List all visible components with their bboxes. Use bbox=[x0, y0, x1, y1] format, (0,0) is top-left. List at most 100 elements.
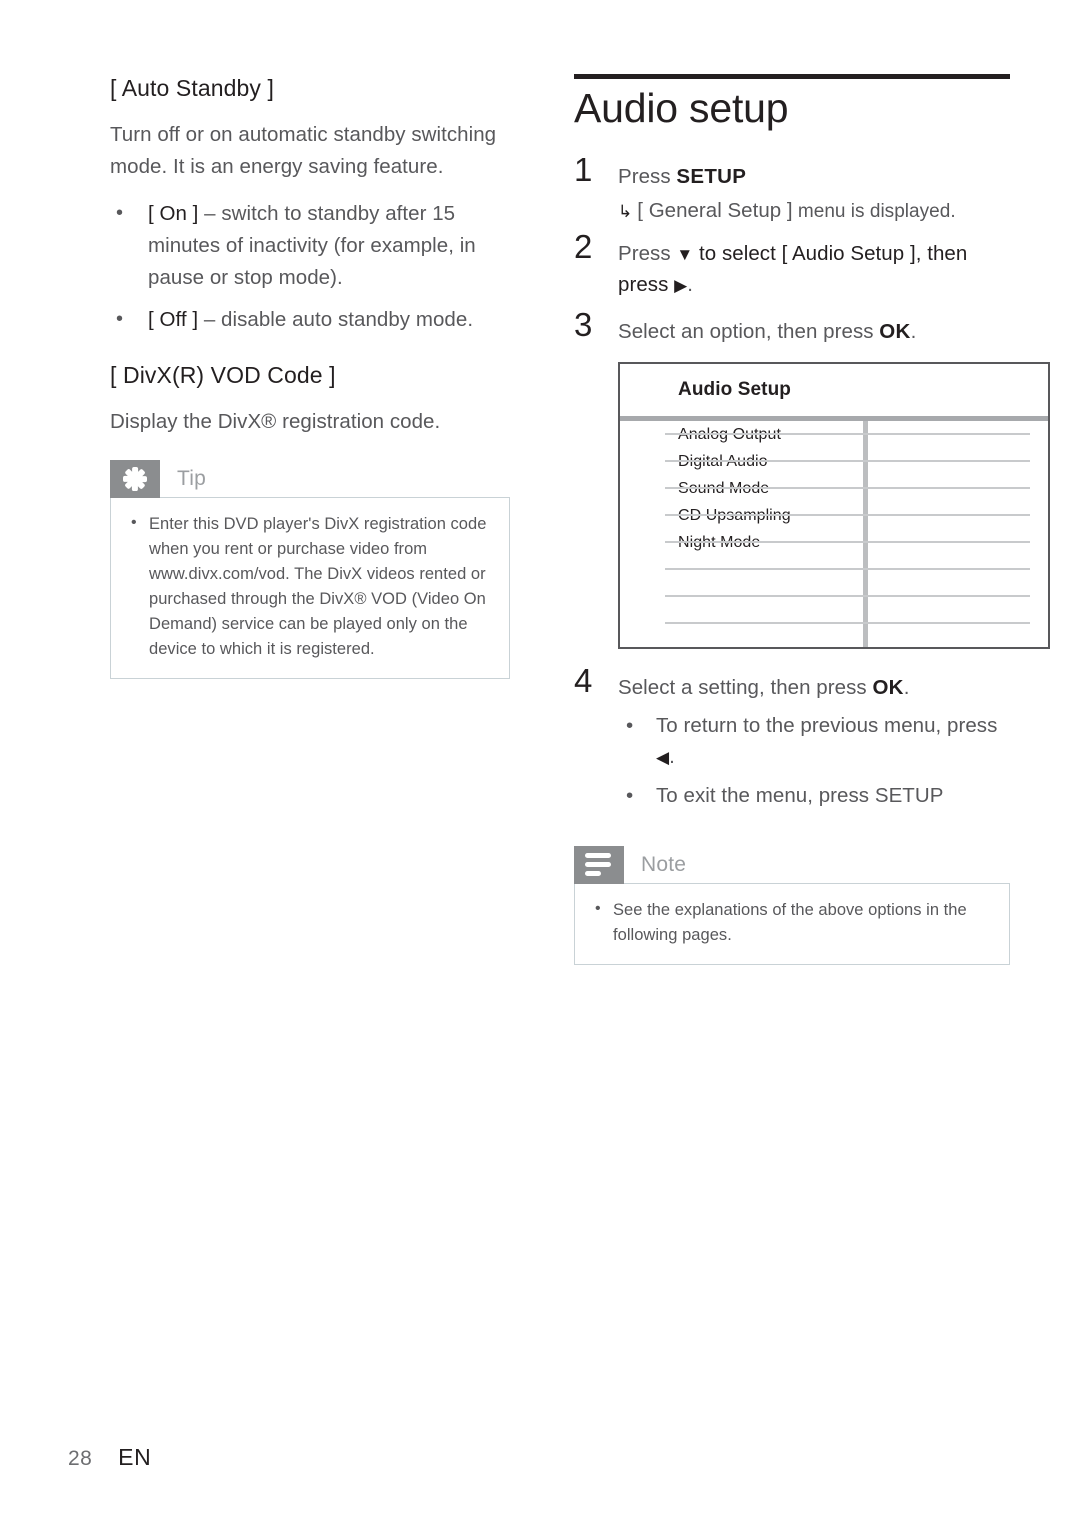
osd-header: Audio Setup bbox=[620, 364, 1048, 416]
step-1-result-text: menu is displayed. bbox=[792, 200, 956, 222]
ok-key-label: OK bbox=[879, 319, 911, 343]
table-row[interactable] bbox=[620, 583, 1048, 610]
tip-callout-title: Tip bbox=[177, 466, 206, 490]
audio-setup-osd-table: Audio Setup Analog Output Digital Audio … bbox=[618, 361, 1050, 649]
steps-list: 1 Press SETUP ↳[ General Setup ] menu is… bbox=[574, 153, 1050, 812]
page-title: Audio setup bbox=[574, 85, 789, 131]
note-callout-bar: Note bbox=[574, 845, 1010, 884]
ok-key-label: OK bbox=[872, 675, 904, 699]
bullet-dot: • bbox=[626, 714, 634, 738]
osd-row-label bbox=[620, 583, 863, 610]
list-item: • To return to the previous menu, press ◀… bbox=[618, 711, 1010, 773]
exit-menu-text: To exit the menu, press bbox=[656, 783, 875, 807]
step-number: 3 bbox=[574, 305, 593, 343]
osd-row-label bbox=[620, 610, 863, 637]
auto-standby-paragraph: Turn off or on automatic standby switchi… bbox=[110, 122, 497, 178]
tip-callout-bar: Tip bbox=[110, 459, 510, 498]
step-text-suffix: . bbox=[910, 319, 917, 343]
osd-row-label: Digital Audio bbox=[678, 452, 768, 470]
note-callout: Note • See the explanations of the above … bbox=[574, 845, 1010, 965]
table-row[interactable] bbox=[620, 556, 1048, 583]
bullet-dot: • bbox=[131, 513, 137, 531]
table-row[interactable]: CD Upsampling bbox=[620, 502, 1048, 529]
footer-language-code: EN bbox=[118, 1444, 152, 1470]
step-1: 1 Press SETUP ↳[ General Setup ] menu is… bbox=[574, 153, 1010, 226]
divx-vod-code-paragraph: Display the DivX® registration code. bbox=[110, 410, 441, 434]
result-arrow-icon: ↳ bbox=[618, 201, 633, 221]
footer-page-number: 28 bbox=[68, 1447, 93, 1470]
left-column: [ Auto Standby ] Turn off or on automati… bbox=[110, 74, 510, 680]
step-text: Select a setting, then press OK. bbox=[618, 673, 1010, 704]
step-text-prefix: Press bbox=[618, 242, 677, 266]
step-4: 4 Select a setting, then press OK. • To r… bbox=[574, 664, 1010, 812]
osd-title: Audio Setup bbox=[678, 378, 791, 400]
step-2: 2 Press ▼ to select [ Audio Setup ], the… bbox=[574, 230, 1010, 301]
tip-item-text: Enter this DVD player's DivX registratio… bbox=[149, 514, 487, 659]
section-rule bbox=[574, 74, 1010, 79]
setup-key-label: SETUP bbox=[874, 783, 944, 807]
note-lines-icon-shape bbox=[585, 853, 613, 876]
osd-row-label: Analog Output bbox=[678, 425, 781, 443]
step-text-prefix: Select a setting, then press bbox=[618, 675, 873, 699]
step-text: Press SETUP bbox=[618, 162, 1010, 193]
audio-setup-bracket: [ Audio Setup ] bbox=[781, 242, 916, 266]
setup-key-label: SETUP bbox=[676, 164, 747, 188]
step-number: 4 bbox=[574, 661, 593, 699]
osd-row-value bbox=[863, 421, 1048, 448]
osd-row-value bbox=[863, 610, 1048, 637]
step-text-end: . bbox=[687, 273, 693, 297]
list-item: • [ On ] – switch to standby after 15 min… bbox=[110, 198, 510, 293]
bullet-dot: • bbox=[595, 899, 601, 917]
osd-row-value bbox=[863, 502, 1048, 529]
note-item-list: • See the explanations of the above optio… bbox=[589, 898, 991, 948]
option-off-label: [ Off ] bbox=[148, 307, 199, 331]
osd-row-value bbox=[863, 475, 1048, 502]
asterisk-icon-shape bbox=[122, 466, 148, 492]
list-item: • See the explanations of the above optio… bbox=[589, 898, 991, 948]
osd-body: Analog Output Digital Audio Sound Mode C… bbox=[620, 420, 1048, 647]
general-setup-bracket: [ General Setup ] bbox=[637, 198, 793, 222]
arrow-right-icon: ▶ bbox=[674, 276, 688, 296]
table-row[interactable] bbox=[620, 610, 1048, 637]
step-text-prefix: Select an option, then press bbox=[618, 319, 880, 343]
bullet-dot: • bbox=[116, 202, 124, 225]
step-1-result: ↳[ General Setup ] menu is displayed. bbox=[618, 196, 1010, 226]
osd-row-value bbox=[863, 556, 1048, 583]
step-text-suffix: . bbox=[903, 675, 910, 699]
step-4-bullets: • To return to the previous menu, press ◀… bbox=[618, 711, 1010, 811]
arrow-left-icon: ◀ bbox=[656, 748, 670, 768]
table-row[interactable]: Analog Output bbox=[620, 421, 1048, 448]
divx-vod-code-heading: [ DivX(R) VOD Code ] bbox=[110, 362, 336, 389]
tip-callout: Tip • Enter this DVD player's DivX regist… bbox=[110, 459, 510, 680]
page-footer: 28 EN bbox=[68, 1444, 151, 1471]
note-callout-body: • See the explanations of the above optio… bbox=[574, 882, 1010, 965]
list-item: • [ Off ] – disable auto standby mode. bbox=[110, 304, 510, 336]
note-item-text: See the explanations of the above option… bbox=[613, 900, 967, 944]
table-row[interactable]: Sound Mode bbox=[620, 475, 1048, 502]
step-3: 3 Select an option, then press OK. Audio… bbox=[574, 308, 1050, 649]
step-text: Press ▼ to select [ Audio Setup ], then … bbox=[618, 239, 1010, 301]
osd-row-label: Sound Mode bbox=[678, 479, 770, 497]
manual-page: [ Auto Standby ] Turn off or on automati… bbox=[0, 0, 1080, 1527]
table-row[interactable]: Digital Audio bbox=[620, 448, 1048, 475]
step-text-prefix: Press bbox=[618, 164, 677, 188]
osd-row-value bbox=[863, 448, 1048, 475]
list-item: • Enter this DVD player's DivX registrati… bbox=[125, 512, 491, 662]
arrow-down-icon: ▼ bbox=[676, 245, 694, 265]
option-on-text: – switch to standby after 15 minutes of … bbox=[148, 202, 476, 289]
asterisk-icon bbox=[110, 459, 160, 498]
osd-row-value bbox=[863, 529, 1048, 556]
table-row[interactable]: Night Mode bbox=[620, 529, 1048, 556]
bullet-dot: • bbox=[626, 783, 634, 807]
step-number: 1 bbox=[574, 150, 593, 188]
tip-callout-body: • Enter this DVD player's DivX registrati… bbox=[110, 496, 510, 680]
osd-row-label bbox=[620, 556, 863, 583]
auto-standby-heading: [ Auto Standby ] bbox=[110, 75, 274, 101]
osd-row-label: Night Mode bbox=[678, 533, 761, 551]
osd-row-label: CD Upsampling bbox=[678, 506, 791, 524]
option-off-text: – disable auto standby mode. bbox=[198, 307, 474, 331]
auto-standby-options-list: • [ On ] – switch to standby after 15 min… bbox=[110, 198, 510, 335]
right-column: Audio setup 1 Press SETUP ↳[ General Set… bbox=[574, 74, 1050, 965]
return-previous-text-after: . bbox=[669, 745, 675, 769]
bullet-dot: • bbox=[116, 307, 124, 330]
